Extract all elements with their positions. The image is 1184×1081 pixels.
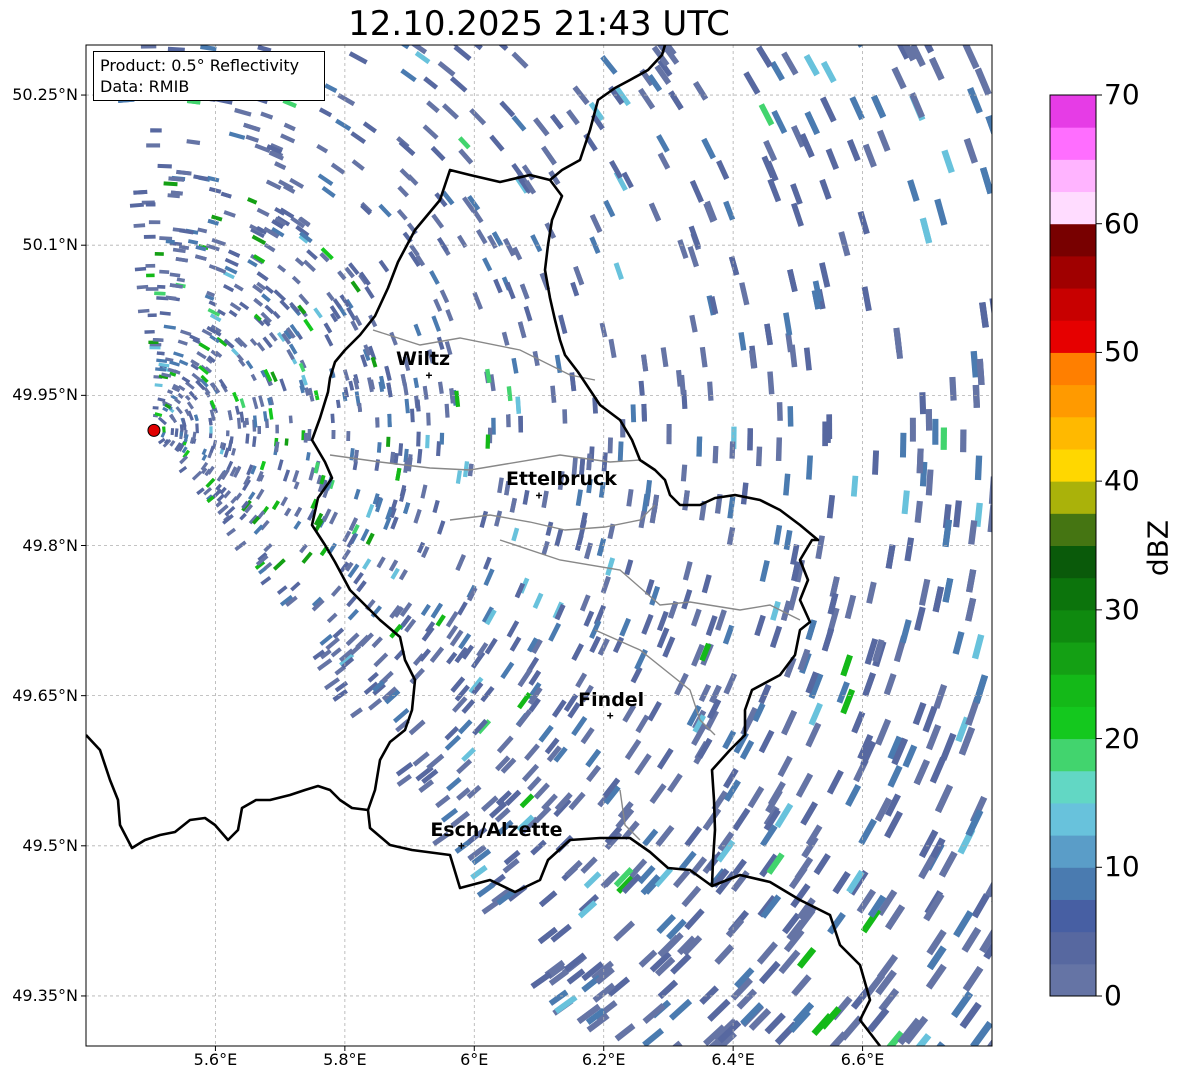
- radar-map[interactable]: [0, 0, 1184, 1081]
- lat-tick-label: 50.25°N: [12, 85, 78, 105]
- colorbar-segment: [1050, 416, 1096, 450]
- colorbar-segment: [1050, 545, 1096, 579]
- info-box: Product: 0.5° Reflectivity Data: RMIB: [93, 51, 325, 101]
- colorbar-segment: [1050, 320, 1096, 353]
- colorbar-segment: [1050, 802, 1096, 836]
- colorbar-segment: [1050, 770, 1096, 804]
- colorbar-label: dBZ: [1141, 519, 1175, 577]
- lon-tick-label: 5.8°E: [323, 1050, 367, 1069]
- lon-tick-label: 6.2°E: [581, 1050, 626, 1069]
- colorbar-segment: [1050, 159, 1096, 193]
- colorbar-segment: [1050, 127, 1096, 160]
- colorbar-segment: [1050, 352, 1096, 386]
- lat-tick-label: 49.5°N: [22, 835, 78, 855]
- colorbar-tick-label: 10: [1104, 850, 1140, 884]
- city-label: Wiltz: [395, 348, 451, 371]
- lat-tick-label: 50.1°N: [22, 235, 78, 255]
- colorbar-tick-label: 40: [1104, 464, 1140, 498]
- colorbar-segment: [1050, 448, 1096, 482]
- colorbar-segment: [1050, 899, 1096, 933]
- colorbar-segment: [1050, 738, 1096, 772]
- lon-tick-label: 6.6°E: [840, 1050, 885, 1069]
- city-label: Findel: [578, 688, 645, 711]
- city-label: Esch/Alzette: [430, 818, 563, 841]
- colorbar-segment: [1050, 642, 1096, 675]
- colorbar-segment: [1050, 481, 1096, 514]
- colorbar-segment: [1050, 867, 1096, 900]
- colorbar-tick-label: 70: [1104, 78, 1140, 111]
- colorbar-tick-label: 0: [1104, 979, 1122, 1012]
- colorbar-segment: [1050, 288, 1096, 321]
- colorbar-segment: [1050, 191, 1096, 225]
- colorbar-segment: [1050, 95, 1096, 128]
- colorbar-segment: [1050, 674, 1096, 707]
- lon-tick-label: 5.6°E: [193, 1050, 238, 1069]
- city-label: Ettelbruck: [506, 468, 617, 491]
- lon-tick-label: 6°E: [460, 1050, 489, 1069]
- product-text: Product: 0.5° Reflectivity: [100, 56, 300, 75]
- colorbar-segment: [1050, 255, 1096, 289]
- colorbar-segment: [1050, 577, 1096, 611]
- data-source-text: Data: RMIB: [100, 77, 190, 96]
- colorbar-segment: [1050, 609, 1096, 643]
- lat-tick-label: 49.65°N: [12, 685, 78, 705]
- colorbar-segment: [1050, 963, 1096, 997]
- colorbar-tick-label: 30: [1104, 592, 1140, 626]
- lat-tick-label: 49.95°N: [12, 385, 78, 405]
- colorbar-segment: [1050, 223, 1096, 257]
- colorbar-tick-label: 50: [1104, 335, 1140, 369]
- lat-tick-label: 49.35°N: [12, 985, 78, 1005]
- lat-tick-label: 49.8°N: [22, 535, 78, 555]
- radar-site-marker[interactable]: [147, 423, 161, 437]
- lon-tick-label: 6.4°E: [711, 1050, 755, 1069]
- colorbar-segment: [1050, 513, 1096, 546]
- colorbar-segment: [1050, 384, 1096, 418]
- colorbar-segment: [1050, 706, 1096, 740]
- colorbar-segment: [1050, 931, 1096, 965]
- colorbar-segment: [1050, 835, 1096, 868]
- colorbar-tick-label: 20: [1104, 721, 1140, 755]
- radar-site-dot[interactable]: [147, 423, 161, 437]
- colorbar-tick-label: 60: [1104, 206, 1140, 240]
- colorbar: [1049, 94, 1102, 997]
